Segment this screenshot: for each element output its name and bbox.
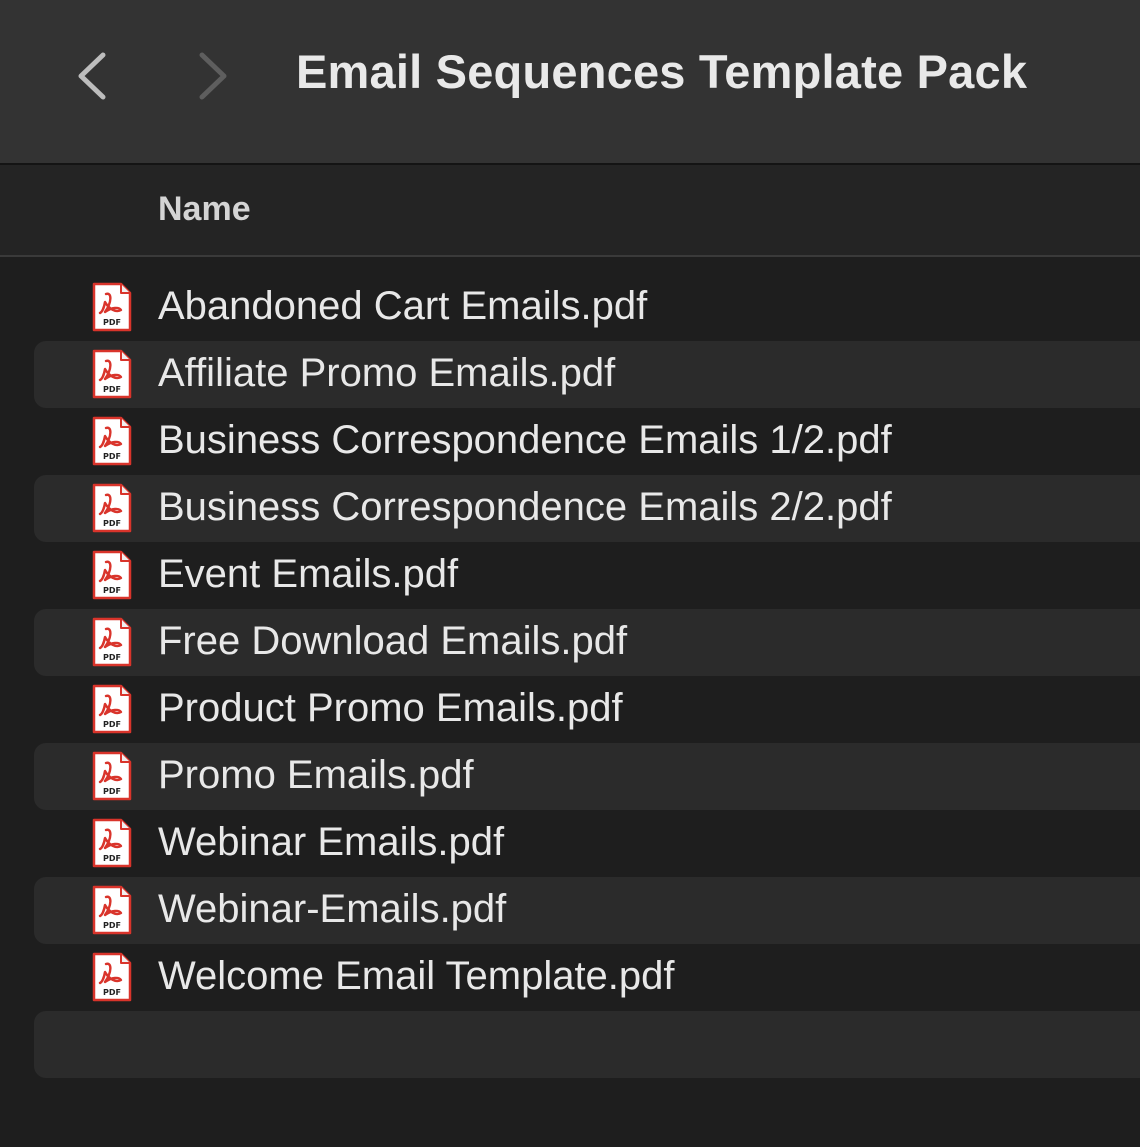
toolbar: Email Sequences Template Pack [0,0,1140,165]
pdf-file-icon: PDF [92,282,132,332]
list-item[interactable]: PDF Promo Emails.pdf [34,743,1140,810]
pdf-file-icon: PDF [92,617,132,667]
file-name: Affiliate Promo Emails.pdf [158,351,616,395]
file-name: Welcome Email Template.pdf [158,954,675,998]
file-list: PDF Abandoned Cart Emails.pdf PDF Affili… [0,274,1140,1078]
file-name: Webinar-Emails.pdf [158,887,507,931]
list-item[interactable]: PDF Affiliate Promo Emails.pdf [34,341,1140,408]
pdf-file-icon: PDF [92,952,132,1002]
svg-text:PDF: PDF [103,519,121,528]
file-name: Abandoned Cart Emails.pdf [158,284,648,328]
pdf-file-icon: PDF [92,349,132,399]
list-item[interactable]: PDF Webinar Emails.pdf [34,810,1140,877]
list-item[interactable]: PDF Welcome Email Template.pdf [34,944,1140,1011]
svg-text:PDF: PDF [103,385,121,394]
column-header-name[interactable]: Name [158,190,251,229]
svg-text:PDF: PDF [103,854,121,863]
empty-row [34,1011,1140,1078]
pdf-file-icon: PDF [92,550,132,600]
svg-text:PDF: PDF [103,452,121,461]
file-name: Business Correspondence Emails 1/2.pdf [158,418,892,462]
svg-text:PDF: PDF [103,988,121,997]
pdf-file-icon: PDF [92,885,132,935]
list-item[interactable]: PDF Abandoned Cart Emails.pdf [34,274,1140,341]
forward-button[interactable] [183,40,243,112]
file-name: Webinar Emails.pdf [158,820,505,864]
list-item[interactable]: PDF Free Download Emails.pdf [34,609,1140,676]
pdf-file-icon: PDF [92,416,132,466]
window-title: Email Sequences Template Pack [296,45,1028,98]
list-item[interactable]: PDF Event Emails.pdf [34,542,1140,609]
file-name: Free Download Emails.pdf [158,619,628,663]
file-name: Promo Emails.pdf [158,753,474,797]
pdf-file-icon: PDF [92,818,132,868]
back-button[interactable] [62,40,122,112]
chevron-right-icon [199,52,227,100]
pdf-file-icon: PDF [92,684,132,734]
svg-text:PDF: PDF [103,586,121,595]
pdf-file-icon: PDF [92,751,132,801]
file-name: Product Promo Emails.pdf [158,686,623,730]
svg-text:PDF: PDF [103,653,121,662]
svg-text:PDF: PDF [103,318,121,327]
file-name: Event Emails.pdf [158,552,459,596]
list-item[interactable]: PDF Business Correspondence Emails 2/2.p… [34,475,1140,542]
list-item[interactable]: PDF Webinar-Emails.pdf [34,877,1140,944]
file-name: Business Correspondence Emails 2/2.pdf [158,485,892,529]
list-item[interactable]: PDF Product Promo Emails.pdf [34,676,1140,743]
svg-text:PDF: PDF [103,720,121,729]
pdf-file-icon: PDF [92,483,132,533]
svg-text:PDF: PDF [103,921,121,930]
chevron-left-icon [78,52,106,100]
column-header: Name [0,165,1140,257]
svg-text:PDF: PDF [103,787,121,796]
list-item[interactable]: PDF Business Correspondence Emails 1/2.p… [34,408,1140,475]
